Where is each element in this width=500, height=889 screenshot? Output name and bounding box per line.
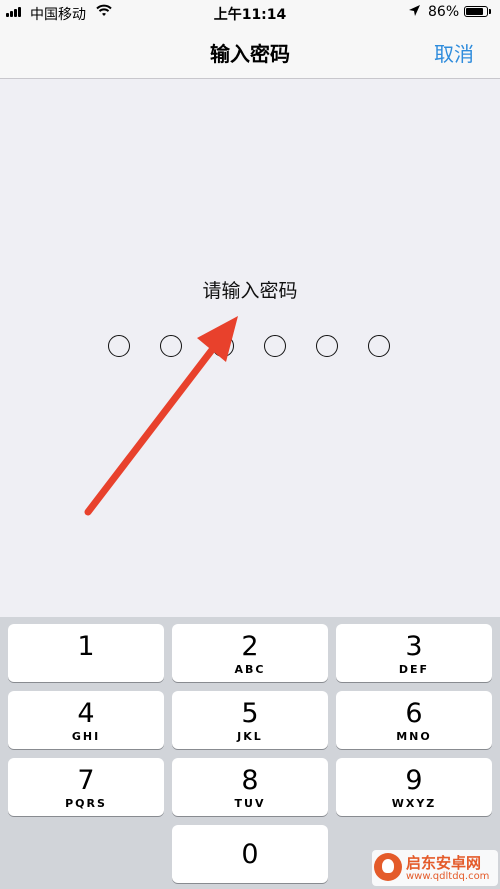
- key-letters: JKL: [237, 730, 263, 743]
- key-letters: GHI: [71, 730, 101, 743]
- navigation-bar: 输入密码 取消: [0, 26, 500, 79]
- key-digit: 5: [241, 698, 259, 729]
- clock: 上午11:14: [213, 7, 287, 23]
- key-digit: 2: [241, 631, 259, 662]
- battery-percent: 86%: [428, 4, 460, 20]
- key-0[interactable]: 0: [172, 825, 328, 883]
- passcode-prompt: 请输入密码: [202, 280, 298, 302]
- passcode-dot: [160, 335, 182, 357]
- location-arrow-icon: [408, 4, 421, 21]
- key-8[interactable]: 8 TUV: [172, 758, 328, 816]
- numeric-keypad: 1 2 ABC 3 DEF 4 GHI 5 JKL 6 MNO 7 PQRS 8…: [0, 617, 500, 889]
- battery-icon: [464, 6, 488, 17]
- cancel-button[interactable]: 取消: [434, 38, 474, 67]
- key-4[interactable]: 4 GHI: [8, 691, 164, 749]
- passcode-dot: [368, 335, 390, 357]
- key-digit: 1: [77, 631, 95, 662]
- key-letters: ABC: [234, 663, 266, 676]
- key-1[interactable]: 1: [8, 624, 164, 682]
- key-7[interactable]: 7 PQRS: [8, 758, 164, 816]
- key-digit: 7: [77, 765, 95, 796]
- watermark-url: www.qdltdq.com: [406, 871, 490, 882]
- key-9[interactable]: 9 WXYZ: [336, 758, 492, 816]
- key-digit: 0: [241, 839, 259, 870]
- key-letters: TUV: [234, 797, 266, 810]
- key-letters: WXYZ: [391, 797, 437, 810]
- key-2[interactable]: 2 ABC: [172, 624, 328, 682]
- status-bar: 中国移动 上午11:14 86%: [0, 0, 500, 26]
- key-digit: 8: [241, 765, 259, 796]
- key-3[interactable]: 3 DEF: [336, 624, 492, 682]
- key-digit: 9: [405, 765, 423, 796]
- passcode-dot: [212, 335, 234, 357]
- key-letters: PQRS: [65, 797, 107, 810]
- passcode-dot: [264, 335, 286, 357]
- passcode-dot: [108, 335, 130, 357]
- key-letters: DEF: [398, 663, 430, 676]
- watermark-title: 启东安卓网: [406, 854, 482, 872]
- key-digit: 4: [77, 698, 95, 729]
- site-watermark: 启东安卓网 www.qdltdq.com: [372, 850, 498, 886]
- passcode-dot: [316, 335, 338, 357]
- page-title: 输入密码: [210, 42, 290, 66]
- watermark-logo-icon: [374, 853, 402, 881]
- key-5[interactable]: 5 JKL: [172, 691, 328, 749]
- key-6[interactable]: 6 MNO: [336, 691, 492, 749]
- key-letters: MNO: [396, 730, 432, 743]
- key-digit: 6: [405, 698, 423, 729]
- battery-cap: [489, 9, 491, 14]
- key-digit: 3: [405, 631, 423, 662]
